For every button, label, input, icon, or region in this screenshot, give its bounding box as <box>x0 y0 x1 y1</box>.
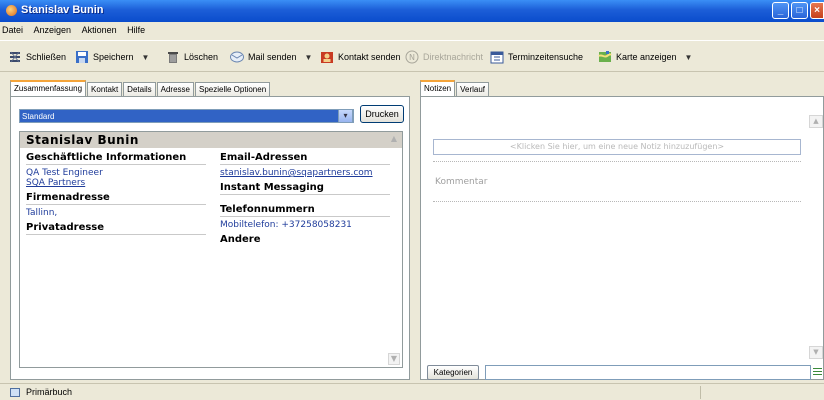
status-text: Primärbuch <box>26 387 73 397</box>
tab-notizen[interactable]: Notizen <box>420 80 456 96</box>
scroll-up-icon[interactable]: ▲ <box>388 134 400 146</box>
mail-dropdown-icon[interactable]: ▼ <box>305 53 313 62</box>
window-title: Stanislav Bunin <box>21 4 104 16</box>
menu-datei[interactable]: Datei <box>0 22 27 35</box>
show-map-label: Karte anzeigen <box>616 52 677 62</box>
minimize-button[interactable]: _ <box>772 2 789 19</box>
address-book-icon <box>10 388 20 397</box>
map-icon <box>598 51 612 62</box>
status-divider <box>700 386 701 399</box>
tab-details[interactable]: Details <box>123 82 156 96</box>
close-button[interactable]: Schließen <box>8 50 66 64</box>
close-icon <box>10 51 20 63</box>
direct-message-icon: N <box>405 50 419 64</box>
delete-label: Löschen <box>184 52 219 62</box>
save-dropdown-icon[interactable]: ▼ <box>142 53 150 62</box>
menu-aktionen[interactable]: Aktionen <box>78 22 121 35</box>
divider <box>433 161 801 162</box>
chevron-down-icon[interactable]: ▾ <box>338 109 353 123</box>
contact-right-column: Email-Adressen stanislav.bunin@sqapartne… <box>220 152 390 249</box>
send-mail-button[interactable]: Mail senden ▼ <box>230 50 312 64</box>
toolbar: Schließen Speichern ▼ Löschen Mail sende… <box>0 40 824 72</box>
tab-verlauf[interactable]: Verlauf <box>456 82 490 96</box>
direct-message-button[interactable]: N Direktnachricht <box>405 50 483 64</box>
job-title: QA Test Engineer <box>26 168 103 178</box>
phone-heading: Telefonnummern <box>220 204 390 217</box>
contact-name: Stanislav Bunin <box>20 132 402 148</box>
company-link[interactable]: SQA Partners <box>26 178 206 188</box>
menu-anzeigen[interactable]: Anzeigen <box>30 22 76 35</box>
contact-left-column: Geschäftliche Informationen QA Test Engi… <box>26 152 206 238</box>
notes-scrollbar[interactable]: ▲ ▼ <box>809 115 823 359</box>
send-mail-label: Mail senden <box>248 52 297 62</box>
view-select-value: Standard <box>22 112 55 121</box>
mail-icon <box>230 51 244 63</box>
add-note-field[interactable]: <Klicken Sie hier, um eine neue Notiz hi… <box>433 139 801 155</box>
categories-input[interactable] <box>485 365 811 380</box>
scroll-down-icon[interactable]: ▼ <box>388 353 400 365</box>
divider <box>433 201 801 202</box>
maximize-button[interactable]: □ <box>791 2 808 19</box>
close-label: Schließen <box>26 52 67 62</box>
menu-hilfe[interactable]: Hilfe <box>123 22 149 35</box>
menu-bar: Datei Anzeigen Aktionen Hilfe <box>0 22 824 39</box>
svg-text:N: N <box>409 53 415 62</box>
work-address-heading: Firmenadresse <box>26 192 206 205</box>
contact-app-icon <box>6 5 17 16</box>
home-address-heading: Privatadresse <box>26 222 206 235</box>
notes-tabs: Notizen Verlauf <box>420 80 490 96</box>
tab-zusammenfassung[interactable]: Zusammenfassung <box>10 80 87 96</box>
scroll-down-icon[interactable]: ▼ <box>809 346 823 359</box>
contact-card: Stanislav Bunin ▲ Geschäftliche Informat… <box>19 131 403 368</box>
save-label: Speichern <box>93 52 134 62</box>
categories-button[interactable]: Kategorien <box>427 365 479 380</box>
mobile-label: Mobiltelefon: <box>220 220 279 230</box>
comment-field[interactable]: Kommentar <box>435 177 487 187</box>
save-icon <box>76 51 88 63</box>
scroll-up-icon[interactable]: ▲ <box>809 115 823 128</box>
calendar-icon <box>490 51 504 64</box>
contact-tabs: Zusammenfassung Kontakt Details Adresse … <box>10 80 271 96</box>
trash-icon <box>168 52 178 63</box>
print-button[interactable]: Drucken <box>360 105 404 123</box>
list-icon[interactable] <box>813 368 822 377</box>
status-bar: Primärbuch <box>0 383 824 400</box>
im-heading: Instant Messaging <box>220 182 390 195</box>
show-map-button[interactable]: Karte anzeigen ▼ <box>598 50 692 64</box>
send-contact-button[interactable]: Kontakt senden <box>320 50 401 64</box>
send-contact-label: Kontakt senden <box>338 52 401 62</box>
mobile-phone: Mobiltelefon: +37258058231 <box>220 220 390 230</box>
tab-kontakt[interactable]: Kontakt <box>87 82 123 96</box>
tab-adresse[interactable]: Adresse <box>156 82 194 96</box>
save-button[interactable]: Speichern ▼ <box>75 50 149 64</box>
schedule-search-label: Terminzeitensuche <box>508 52 584 62</box>
email-heading: Email-Adressen <box>220 152 390 165</box>
notes-panel: <Klicken Sie hier, um eine neue Notiz hi… <box>420 96 824 380</box>
title-bar: Stanislav Bunin _ □ × <box>0 0 824 22</box>
email-link[interactable]: stanislav.bunin@sqapartners.com <box>220 168 390 178</box>
view-select[interactable]: Standard ▾ <box>19 109 354 123</box>
schedule-search-button[interactable]: Terminzeitensuche <box>490 50 583 64</box>
categories-bar: Kategorien <box>421 365 823 380</box>
notes-pane: Notizen Verlauf <Klicken Sie hier, um ei… <box>420 80 824 380</box>
direct-message-label: Direktnachricht <box>423 52 484 62</box>
delete-button[interactable]: Löschen <box>166 50 218 64</box>
close-window-button[interactable]: × <box>810 2 824 19</box>
tab-spezielle-optionen[interactable]: Spezielle Optionen <box>194 82 271 96</box>
work-city: Tallinn, <box>26 208 58 218</box>
business-info-heading: Geschäftliche Informationen <box>26 152 206 165</box>
contact-card-icon <box>321 52 333 63</box>
mobile-value: +37258058231 <box>281 220 352 230</box>
summary-panel: Standard ▾ Drucken Stanislav Bunin ▲ Ges… <box>10 96 410 380</box>
map-dropdown-icon[interactable]: ▼ <box>685 53 693 62</box>
other-heading: Andere <box>220 234 261 245</box>
contact-summary-pane: Zusammenfassung Kontakt Details Adresse … <box>10 80 410 380</box>
